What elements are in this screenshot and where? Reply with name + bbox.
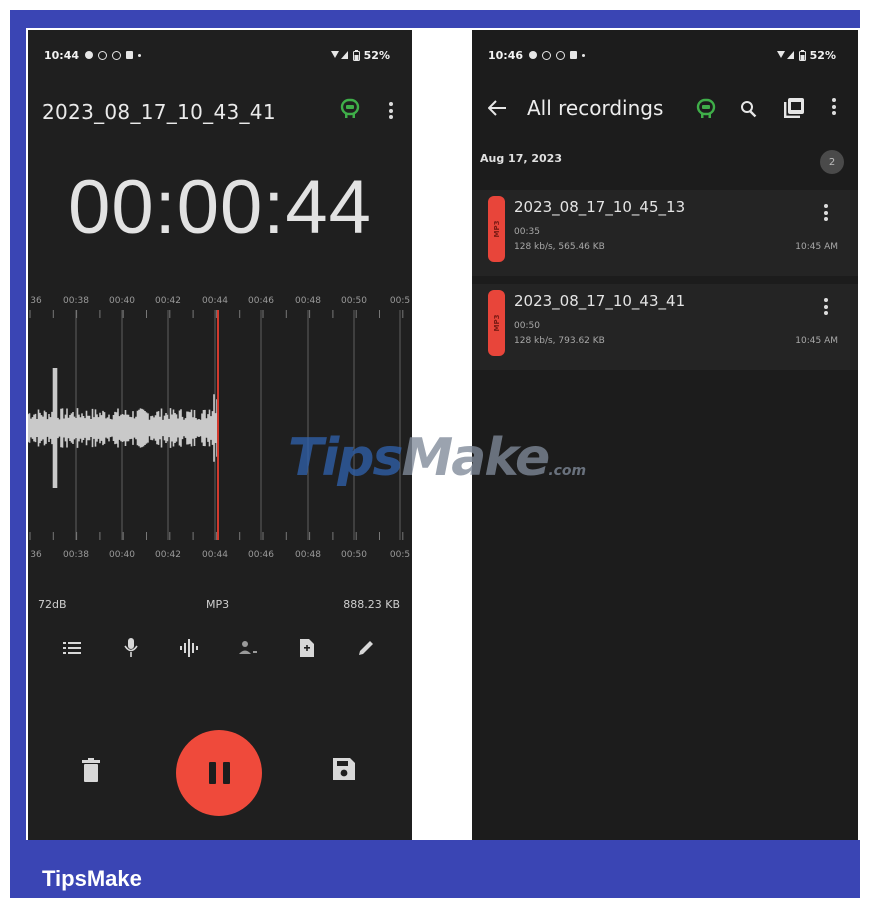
document-icon[interactable] — [294, 635, 320, 661]
whatsapp-icon — [542, 50, 552, 60]
timeline-bottom-label: 00:38 — [63, 550, 89, 560]
chat-icon — [85, 51, 94, 59]
gallery-icon[interactable] — [784, 98, 804, 122]
waveform-timeline[interactable]: 36 00:38 00:40 00:42 00:44 00:46 00:48 0… — [28, 288, 412, 560]
back-arrow-icon[interactable] — [487, 100, 506, 120]
recording-name: 2023_08_17_10_45_13 — [514, 198, 686, 216]
signal-icon — [776, 51, 794, 59]
recording-list-item[interactable]: MP3 2023_08_17_10_45_13 00:35 128 kb/s, … — [472, 190, 858, 276]
timeline-top-label: 00:50 — [341, 296, 367, 306]
search-icon[interactable] — [740, 100, 758, 122]
notification-icon — [570, 51, 578, 59]
status-time: 10:44 — [44, 48, 80, 62]
timeline-bottom-label: 00:46 — [248, 550, 274, 560]
footer-brand: TipsMake — [42, 866, 142, 891]
timeline-top-label: 00:48 — [295, 296, 321, 306]
battery-percent: 52% — [809, 48, 836, 62]
item-more-icon[interactable] — [824, 298, 828, 318]
battery-icon — [352, 49, 360, 61]
more-notifications-icon — [138, 53, 142, 57]
recording-duration: 00:35 — [514, 227, 540, 237]
timeline-top-label: 00:5 — [389, 296, 411, 306]
signal-icon — [330, 51, 348, 59]
recording-info: 128 kb/s, 565.46 KB — [514, 242, 605, 252]
whatsapp-icon — [98, 50, 108, 60]
format-tag: MP3 — [488, 290, 505, 356]
block-icon — [556, 50, 566, 60]
timeline-bottom-label: 00:48 — [295, 550, 321, 560]
recorder-controls — [28, 730, 412, 820]
battery-icon — [798, 49, 806, 61]
count-badge: 2 — [820, 150, 844, 174]
save-icon[interactable] — [333, 758, 355, 784]
status-bar: 10:44 52% — [44, 44, 390, 66]
timeline-bottom-label: 00:50 — [341, 550, 367, 560]
notification-icon — [126, 51, 134, 59]
status-bar: 10:46 52% — [488, 44, 836, 66]
recording-title[interactable]: 2023_08_17_10_43_41 — [42, 100, 276, 124]
battery-percent: 52% — [363, 48, 390, 62]
more-options-icon[interactable] — [832, 98, 836, 118]
recording-list-item[interactable]: MP3 2023_08_17_10_43_41 00:50 128 kb/s, … — [472, 284, 858, 370]
timeline-top-label: 00:44 — [202, 296, 228, 306]
timeline-top-label: 36 — [30, 296, 42, 306]
timeline-bottom-label: 00:42 — [155, 550, 181, 560]
elapsed-timer: 00:00:44 — [68, 165, 372, 250]
timeline-bottom-label: 00:5 — [389, 550, 411, 560]
recording-name: 2023_08_17_10_43_41 — [514, 292, 686, 310]
chat-icon — [529, 51, 538, 59]
item-more-icon[interactable] — [824, 204, 828, 224]
pencil-icon[interactable] — [353, 635, 379, 661]
size-readout: 888.23 KB — [343, 598, 400, 611]
recording-duration: 00:50 — [514, 321, 540, 331]
timeline-top-label: 00:42 — [155, 296, 181, 306]
recorder-screen: 10:44 52% 2023_08_17_10_43_41 00:00:44 3… — [28, 30, 412, 840]
waveform-icon[interactable] — [176, 635, 202, 661]
recording-info: 128 kb/s, 793.62 KB — [514, 336, 605, 346]
timeline-bottom-label: 36 — [30, 550, 42, 560]
android-bot-icon[interactable] — [340, 96, 360, 124]
status-time: 10:46 — [488, 48, 524, 62]
android-bot-icon[interactable] — [696, 96, 716, 124]
timeline-top-label: 00:40 — [109, 296, 135, 306]
pause-icon — [208, 762, 216, 784]
format-readout: MP3 — [206, 598, 230, 611]
list-icon[interactable] — [59, 635, 85, 661]
trash-icon[interactable] — [82, 758, 100, 786]
recording-time: 10:45 AM — [795, 242, 838, 252]
mic-icon[interactable] — [118, 635, 144, 661]
more-options-icon[interactable] — [389, 102, 393, 122]
level-readout: 72dB — [38, 598, 67, 611]
more-notifications-icon — [582, 53, 586, 57]
person-icon[interactable] — [235, 635, 261, 661]
app-bar: All recordings — [472, 92, 858, 128]
timeline-top-label: 00:46 — [248, 296, 274, 306]
waveform-graph — [28, 310, 404, 540]
recordings-list-screen: 10:46 52% All recordings Aug 17, 2023 2 … — [472, 30, 858, 840]
block-icon — [112, 50, 122, 60]
recorder-toolbar — [28, 635, 412, 665]
page-title: All recordings — [527, 96, 664, 120]
timeline-bottom-label: 00:44 — [202, 550, 228, 560]
date-group-header: Aug 17, 2023 — [480, 152, 562, 165]
recording-time: 10:45 AM — [795, 336, 838, 346]
format-tag: MP3 — [488, 196, 505, 262]
timeline-bottom-label: 00:40 — [109, 550, 135, 560]
timeline-top-label: 00:38 — [63, 296, 89, 306]
pause-button[interactable] — [176, 730, 262, 816]
